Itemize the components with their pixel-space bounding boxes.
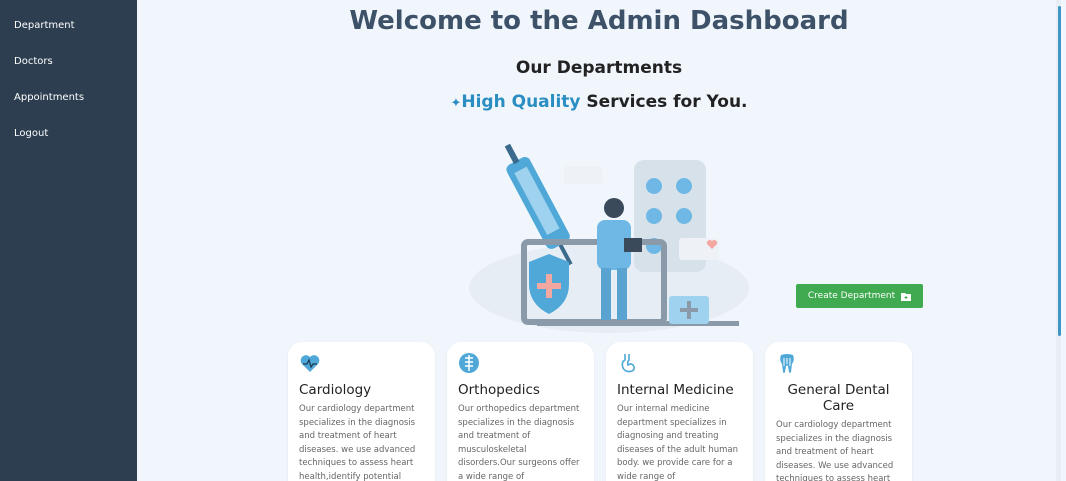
card-description: Our internal medicine department special… [617, 404, 738, 481]
sparkle-icon: ✦ [450, 96, 462, 111]
sidebar-item-department[interactable]: Department [0, 18, 137, 54]
doctor-illustration [469, 143, 749, 333]
heart-pulse-icon [300, 355, 320, 372]
sidebar-item-doctors[interactable]: Doctors [0, 54, 137, 90]
department-card-orthopedics[interactable]: Orthopedics Our orthopedics department s… [447, 342, 594, 481]
card-description: Our cardiology department specializes in… [299, 404, 416, 481]
card-title: Cardiology [299, 382, 372, 398]
department-card-cardiology[interactable]: Cardiology Our cardiology department spe… [288, 342, 435, 481]
page-title: Welcome to the Admin Dashboard [349, 6, 849, 36]
card-description: Our cardiology department specializes in… [776, 420, 894, 481]
card-title: Orthopedics [458, 382, 540, 398]
card-title: Internal Medicine [617, 382, 734, 398]
create-department-label: Create Department [807, 291, 896, 301]
sidebar-item-appointments[interactable]: Appointments [0, 90, 137, 126]
main-content: Welcome to the Admin Dashboard Our Depar… [137, 0, 1061, 481]
tagline-highlight: High Quality [461, 92, 581, 112]
spine-icon [459, 353, 479, 373]
tooth-icon [780, 354, 794, 373]
section-title: Our Departments [515, 58, 683, 78]
create-department-button[interactable]: Create Department [796, 284, 923, 308]
stomach-icon [621, 354, 636, 373]
department-card-general-dental-care[interactable]: General Dental Care Our cardiology depar… [765, 342, 912, 481]
folder-plus-icon [901, 292, 912, 301]
tagline: ✦High Quality Services for You. [137, 92, 1061, 112]
card-description: Our orthopedics department specializes i… [458, 404, 580, 481]
card-title: General Dental Care [787, 382, 890, 414]
sidebar-item-logout[interactable]: Logout [0, 126, 137, 162]
department-card-internal-medicine[interactable]: Internal Medicine Our internal medicine … [606, 342, 753, 481]
scrollbar-thumb[interactable] [1058, 6, 1061, 336]
tagline-rest: Services for You. [580, 92, 748, 112]
sidebar: Department Doctors Appointments Logout [0, 0, 137, 481]
scrollbar[interactable] [1056, 0, 1061, 481]
